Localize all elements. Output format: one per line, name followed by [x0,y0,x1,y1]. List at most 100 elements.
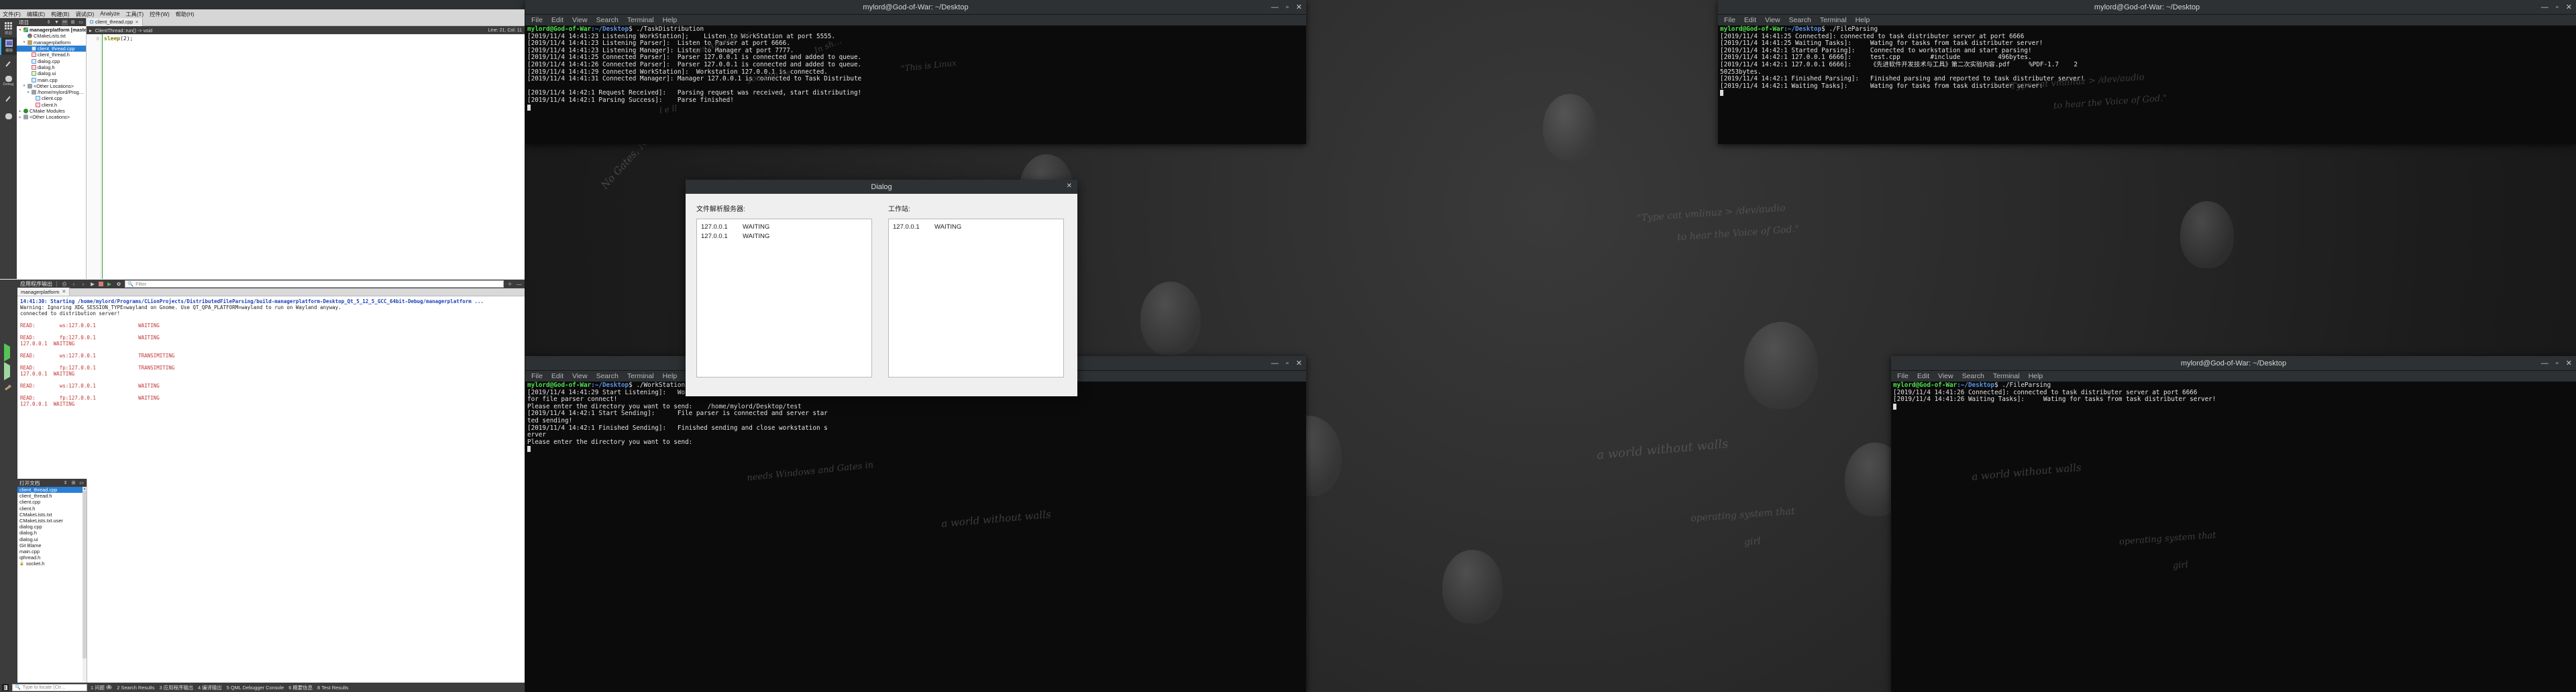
terminal-output[interactable]: "Type cat vmlinuz > /dev/audio to hear th… [1718,25,2576,144]
terminal-menu-terminal[interactable]: Terminal [1993,372,2020,380]
tree-twisty-icon[interactable]: ▾ [22,84,26,88]
close-icon[interactable]: ✕ [1296,3,1302,11]
terminal-menu-file[interactable]: File [1897,372,1909,380]
gear-icon[interactable]: ✿ [115,281,122,288]
qtcreator-statusbar[interactable]: 🔍 Type to locate (Ctr… 1 问题 1 2 Search Resul… [0,683,525,692]
close-icon[interactable]: ✕ [2566,3,2572,11]
terminal-menubar[interactable]: File Edit View Search Terminal Help [1718,15,2576,25]
menu-item-2[interactable]: 构建(B) [51,10,69,18]
window-buttons[interactable]: ― ▫ ✕ [2541,0,2572,15]
open-document-item[interactable]: client.cpp [17,499,87,505]
project-tree[interactable]: ▾ managerplatform [master] CMakeLists.txt ▾… [17,26,86,279]
terminal-menu-terminal[interactable]: Terminal [1820,16,1847,24]
mode-debug[interactable]: Debug [0,72,17,90]
locator-input[interactable]: 🔍 Type to locate (Ctr… [12,683,87,691]
terminal-menu-search[interactable]: Search [596,16,619,24]
tree-row[interactable]: main.cpp [17,76,86,83]
tree-row[interactable]: ▸ <Other Locations> [17,114,86,120]
statusbar-tab-概要信息[interactable]: 6 概要信息 [288,684,313,691]
terminal-menubar[interactable]: File Edit View Search Terminal Help [1891,371,2576,382]
menu-item-4[interactable]: Analyze [100,11,119,17]
filter-icon[interactable]: ▼ [54,19,60,25]
terminal-menu-help[interactable]: Help [663,372,678,380]
terminal-titlebar[interactable]: mylord@God-of-War: ~/Desktop ― ▫ ✕ [1891,356,2576,371]
tree-twisty-icon[interactable]: ▾ [22,40,26,44]
terminal-menu-help[interactable]: Help [663,16,678,24]
terminal-menu-search[interactable]: Search [596,372,619,380]
menu-item-0[interactable]: 文件(F) [3,10,21,18]
terminal-menu-file[interactable]: File [531,16,543,24]
link-icon[interactable]: ⚯ [62,19,68,25]
terminal-menu-view[interactable]: View [1938,372,1953,380]
minimize-icon[interactable]: ― [2541,3,2548,11]
file-parser-row[interactable]: 127.0.0.1 WAITING [701,223,867,232]
open-document-item[interactable]: client_thread.cpp [17,487,87,494]
rerun-icon[interactable]: ▶ [106,281,113,288]
minimize-icon[interactable]: ― [2541,359,2548,367]
terminal-menu-terminal[interactable]: Terminal [627,372,654,380]
output-tab-close-icon[interactable]: ✕ [62,289,66,294]
menu-item-3[interactable]: 调试(D) [75,10,94,18]
dialog-titlebar[interactable]: Dialog ✕ [686,180,1077,194]
left-vertical-tabs[interactable]: mate - Form Debug [0,280,17,683]
editor-tab-client-thread-cpp[interactable]: client_thread.cpp ✕ [87,17,143,26]
open-documents-list[interactable]: client_thread.cpp client_thread.h client.c… [17,487,87,691]
tree-row[interactable]: ▸ CMake Modules [17,108,86,114]
run-icon[interactable] [4,343,10,361]
terminal-menu-file[interactable]: File [531,372,543,380]
mode-design[interactable] [0,55,17,72]
toggle-sidebar-icon[interactable] [2,684,9,691]
mode-help[interactable] [0,107,17,125]
terminal-titlebar[interactable]: mylord@God-of-War: ~/Desktop ― ▫ ✕ [1718,0,2576,15]
tree-row[interactable]: ▾ managerplatform [master] [17,27,86,33]
tree-row[interactable]: client.cpp [17,95,86,101]
tree-row[interactable]: client_thread.cpp [17,45,86,52]
terminal-menu-view[interactable]: View [572,16,588,24]
menu-item-5[interactable]: 工具(T) [125,10,144,18]
tree-row[interactable]: dialog.cpp [17,58,86,64]
open-document-item[interactable]: dialog.cpp [17,524,87,530]
open-document-item[interactable]: main.cpp [17,549,87,555]
next-icon[interactable]: › [80,281,87,288]
tree-row[interactable]: ▾ managerplatform [17,40,86,46]
terminal-menu-view[interactable]: View [1765,16,1780,24]
sort-icon[interactable]: ⇕ [46,19,52,25]
open-document-item[interactable]: dialog.h [17,530,87,536]
workstation-row[interactable]: 127.0.0.1 WAITING [893,223,1059,232]
terminal-output[interactable]: needs Windows and Gates in a world withou… [525,382,1306,692]
maximize-icon[interactable]: ▫ [2556,3,2559,11]
split-icon[interactable]: ⊞ [70,480,76,486]
terminal-menu-search[interactable]: Search [1789,16,1811,24]
statusbar-tab-QML Debugger Console[interactable]: 5 QML Debugger Console [227,685,284,691]
qtcreator-menubar[interactable]: 文件(F) 编辑(E) 构建(B) 调试(D) Analyze 工具(T) 控件(W) 帮助(… [0,9,525,18]
prev-icon[interactable]: ‹ [70,281,77,288]
open-document-item[interactable]: Git Blame [17,542,87,549]
window-buttons[interactable]: ― ▫ ✕ [1271,356,1302,371]
tree-twisty-icon[interactable]: ▾ [18,28,22,32]
close-pane-icon[interactable]: — [516,281,523,288]
statusbar-tab-Test Results[interactable]: 8 Test Results [317,685,348,691]
terminal-menu-help[interactable]: Help [1856,16,1870,24]
maximize-icon[interactable]: ▫ [2556,359,2559,367]
tree-row[interactable]: ▾ <Other Locations> [17,83,86,89]
statusbar-tab-问题[interactable]: 1 问题 1 [91,684,113,691]
open-document-item[interactable]: dialog.ui [17,536,87,542]
clear-icon[interactable]: ⎙ [61,281,68,288]
window-buttons[interactable]: ― ▫ ✕ [2541,356,2572,371]
open-document-item[interactable]: CMakeLists.txt.user [17,518,87,524]
terminal-menu-edit[interactable]: Edit [551,372,564,380]
close-icon[interactable]: ✕ [1296,359,1302,367]
terminal-menu-help[interactable]: Help [2029,372,2043,380]
open-documents-scrollbar[interactable]: ▲ ▼ [83,487,87,691]
tree-twisty-icon[interactable]: ▾ [26,91,30,95]
tree-row[interactable]: client_thread.h [17,52,86,58]
open-document-item[interactable]: client.h [17,506,87,512]
workstation-list[interactable]: 127.0.0.1 WAITING [888,219,1064,378]
tree-row[interactable]: dialog.h [17,64,86,70]
close-icon[interactable]: ✕ [1067,182,1072,190]
terminal-menubar[interactable]: File Edit View Search Terminal Help [525,15,1306,25]
minimize-icon[interactable]: ― [1271,359,1279,367]
editor-tab-close-icon[interactable]: ✕ [135,19,138,25]
statusbar-output-tabs[interactable]: 1 问题 1 2 Search Results 3 应用程序输出 4 编译输出 5 QML Debu… [91,684,348,691]
tree-row[interactable]: client.h [17,102,86,108]
